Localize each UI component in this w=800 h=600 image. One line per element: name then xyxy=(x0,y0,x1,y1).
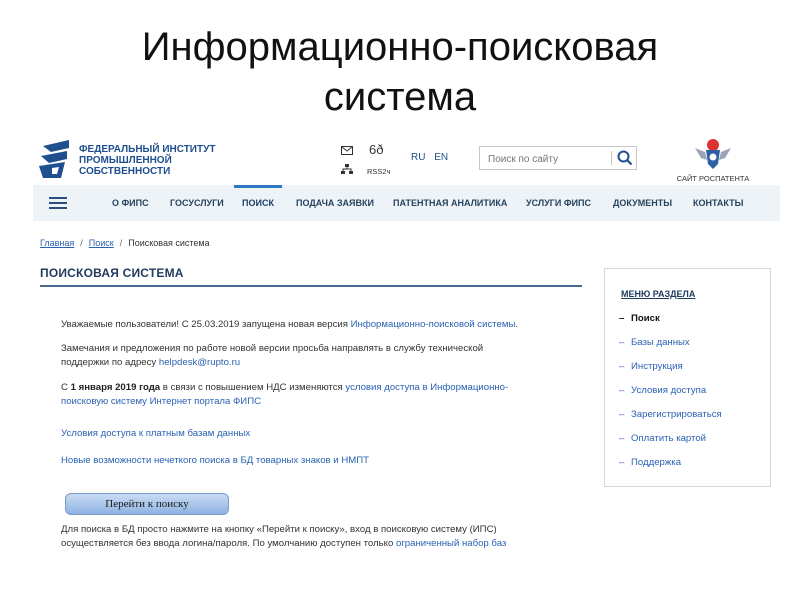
screenshot: ФЕДЕРАЛЬНЫЙ ИНСТИТУТ ПРОМЫШЛЕННОЙ СОБСТВ… xyxy=(33,128,780,558)
side-item-register[interactable]: – Зарегистрироваться xyxy=(619,409,722,420)
rss-label[interactable]: RSS2ч xyxy=(367,166,391,178)
side-item-databases[interactable]: – Базы данных xyxy=(619,337,690,348)
fips-logo-icon[interactable] xyxy=(39,138,75,180)
side-item-pay-by-card[interactable]: – Оплатить картой xyxy=(619,433,707,444)
breadcrumb-current: Поисковая система xyxy=(128,238,210,248)
breadcrumb-separator: / xyxy=(119,238,123,248)
section-menu-title[interactable]: МЕНЮ РАЗДЕЛА xyxy=(621,289,695,299)
logo-line: ФЕДЕРАЛЬНЫЙ ИНСТИТУТ xyxy=(79,144,216,155)
side-item-label: Инструкция xyxy=(631,361,683,372)
side-item-label: Зарегистрироваться xyxy=(631,409,722,420)
fuzzy-search-paragraph: Новые возможности нечеткого поиска в БД … xyxy=(61,454,581,468)
bottom-paragraph: Для поиска в БД просто нажмите на кнопку… xyxy=(61,523,581,551)
nav-item-uslugi-fips[interactable]: УСЛУГИ ФИПС xyxy=(526,185,591,221)
rospatent-caption: САЙТ РОСПАТЕНТА xyxy=(676,174,750,183)
search-divider xyxy=(611,151,612,165)
side-item-support[interactable]: – Поддержка xyxy=(619,457,682,468)
search-input[interactable] xyxy=(486,150,608,168)
helpdesk-link[interactable]: helpdesk@rupto.ru xyxy=(159,357,240,368)
vat-paragraph: С 1 января 2019 года в связи с повышение… xyxy=(61,381,581,409)
slide-title-line-2: система xyxy=(323,75,477,119)
feedback-text-1: Замечания и предложения по работе новой … xyxy=(61,343,484,354)
dash-icon: – xyxy=(619,409,625,420)
nav-item-contacts[interactable]: КОНТАКТЫ xyxy=(693,185,743,221)
logo-line: СОБСТВЕННОСТИ xyxy=(79,166,171,177)
dash-icon: – xyxy=(619,337,625,348)
logo-line: ПРОМЫШЛЕННОЙ xyxy=(79,155,172,166)
fuzzy-search-link[interactable]: Новые возможности нечеткого поиска в БД … xyxy=(61,455,369,466)
side-item-instructions[interactable]: – Инструкция xyxy=(619,361,683,372)
side-item-label: Поддержка xyxy=(631,457,682,468)
lang-ru[interactable]: RU xyxy=(411,152,425,163)
language-switch: RU EN xyxy=(411,152,454,163)
go-to-search-button[interactable]: Перейти к поиску xyxy=(65,493,229,515)
side-item-label: Оплатить картой xyxy=(631,433,707,444)
search-icon[interactable] xyxy=(616,149,634,167)
side-item-access-conditions[interactable]: – Условия доступа xyxy=(619,385,707,396)
side-item-label: Базы данных xyxy=(631,337,690,348)
dash-icon: – xyxy=(619,361,625,372)
breadcrumb: Главная / Поиск / Поисковая система xyxy=(40,238,210,248)
side-item-search[interactable]: – Поиск xyxy=(619,313,660,324)
paid-db-link[interactable]: Условия доступа к платным базам данных xyxy=(61,428,250,439)
ips-link[interactable]: Информационно-поисковой системы xyxy=(351,319,516,330)
rospatent-link[interactable]: САЙТ РОСПАТЕНТА xyxy=(673,136,753,184)
nav-item-o-fips[interactable]: О ФИПС xyxy=(112,185,149,221)
header-icons: 6ð RSS2ч xyxy=(339,143,399,180)
site-header: ФЕДЕРАЛЬНЫЙ ИНСТИТУТ ПРОМЫШЛЕННОЙ СОБСТВ… xyxy=(33,128,780,183)
feedback-text-2: поддержки по адресу xyxy=(61,357,159,368)
dash-icon: – xyxy=(619,457,625,468)
menu-icon[interactable] xyxy=(49,197,67,209)
side-item-label: Условия доступа xyxy=(631,385,707,396)
breadcrumb-separator: / xyxy=(80,238,83,248)
breadcrumb-home[interactable]: Главная xyxy=(40,238,74,248)
nav-item-gosuslugi[interactable]: ГОСУСЛУГИ xyxy=(170,185,224,221)
lang-en[interactable]: EN xyxy=(434,152,448,163)
vat-text-1: С xyxy=(61,382,71,393)
notice-text: Уважаемые пользователи! С 25.03.2019 зап… xyxy=(61,319,351,330)
dash-icon: – xyxy=(619,385,625,396)
bottom-text-2: осуществляется без ввода логина/пароля. … xyxy=(61,538,396,549)
glasses-icon[interactable]: 6ð xyxy=(369,143,383,156)
slide-title: Информационно-поисковая система xyxy=(0,22,800,122)
mail-icon[interactable] xyxy=(341,146,353,155)
rospatent-emblem-icon xyxy=(695,139,731,169)
main-nav: О ФИПС ГОСУСЛУГИ ПОИСК ПОДАЧА ЗАЯВКИ ПАТ… xyxy=(33,185,780,221)
paid-db-paragraph: Условия доступа к платным базам данных xyxy=(61,427,581,441)
limited-db-link[interactable]: ограниченный набор баз xyxy=(396,538,506,549)
vat-text-2: в связи с повышением НДС изменяются xyxy=(160,382,346,393)
nav-item-patent-analytics[interactable]: ПАТЕНТНАЯ АНАЛИТИКА xyxy=(393,185,507,221)
side-item-label: Поиск xyxy=(631,313,660,324)
access-conditions-link-cont[interactable]: поисковую систему Интернет портала ФИПС xyxy=(61,396,261,407)
dash-icon: – xyxy=(619,433,625,444)
site-search xyxy=(479,146,637,170)
page-title: ПОИСКОВАЯ СИСТЕМА xyxy=(40,266,184,280)
nav-item-poisk[interactable]: ПОИСК xyxy=(234,185,282,221)
notice-end: . xyxy=(515,319,519,330)
access-conditions-link[interactable]: условия доступа в Информационно- xyxy=(345,382,508,393)
section-menu: МЕНЮ РАЗДЕЛА – Поиск – Базы данных – Инстру… xyxy=(604,268,771,487)
heading-divider xyxy=(40,285,582,287)
nav-item-podacha-zayavki[interactable]: ПОДАЧА ЗАЯВКИ xyxy=(296,185,374,221)
dash-icon: – xyxy=(619,313,625,324)
sitemap-icon[interactable] xyxy=(341,164,353,174)
slide-title-line-1: Информационно-поисковая xyxy=(141,25,659,69)
vat-date: 1 января 2019 года xyxy=(70,382,161,393)
breadcrumb-search[interactable]: Поиск xyxy=(89,238,114,248)
bottom-text-1: Для поиска в БД просто нажмите на кнопку… xyxy=(61,524,497,535)
nav-item-documents[interactable]: ДОКУМЕНТЫ xyxy=(613,185,672,221)
feedback-paragraph: Замечания и предложения по работе новой … xyxy=(61,342,581,370)
logo-text[interactable]: ФЕДЕРАЛЬНЫЙ ИНСТИТУТ ПРОМЫШЛЕННОЙ СОБСТВ… xyxy=(79,144,215,177)
notice-paragraph: Уважаемые пользователи! С 25.03.2019 зап… xyxy=(61,318,581,332)
